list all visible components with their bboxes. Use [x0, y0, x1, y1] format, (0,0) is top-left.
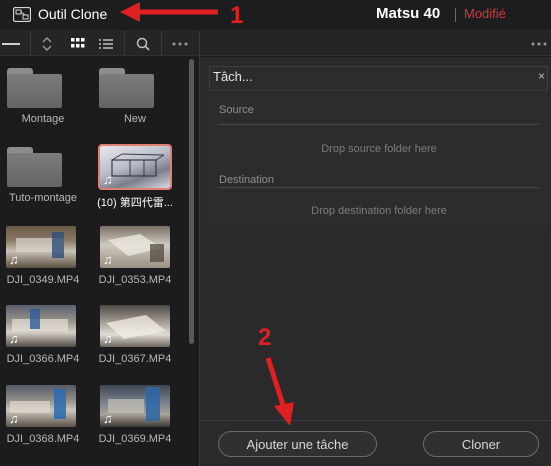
destination-label: Destination [219, 174, 275, 186]
title-bar: Outil Clone Matsu 40 Modifié [0, 0, 551, 31]
annotation-arrow-2 [265, 357, 294, 426]
clip-thumbnail: ♫ [100, 305, 170, 347]
audio-icon: ♫ [103, 172, 113, 187]
folder-tuto-montage[interactable]: Tuto-montage [0, 144, 86, 214]
task-title: Tâch... [213, 69, 253, 84]
clip-thumbnail: ♫ [100, 385, 170, 427]
audio-icon: ♫ [9, 411, 19, 426]
search-icon[interactable] [132, 31, 154, 56]
clip-label: DJI_0353.MP4 [98, 274, 172, 286]
modified-status: Modifié [464, 6, 506, 21]
add-task-button[interactable]: Ajouter une tâche [218, 431, 377, 457]
clip-label: DJI_0366.MP4 [6, 353, 80, 365]
audio-icon: ♫ [9, 331, 19, 346]
clip-item[interactable]: ♫ (10) 第四代雷... [92, 144, 178, 216]
clip-thumbnail: ♫ [6, 385, 76, 427]
footer-divider [200, 420, 551, 421]
clip-label: DJI_0367.MP4 [98, 353, 172, 365]
folder-new[interactable]: New [92, 65, 178, 135]
clone-button[interactable]: Cloner [423, 431, 539, 457]
app-title: Outil Clone [38, 6, 108, 22]
destination-divider [219, 187, 539, 188]
annotation-arrow-1 [120, 2, 218, 22]
audio-icon: ♫ [9, 252, 19, 267]
toolbar-divider [30, 31, 31, 56]
clip-label: DJI_0349.MP4 [6, 274, 80, 286]
clip-item[interactable]: ♫ DJI_0349.MP4 [0, 226, 86, 296]
clip-thumbnail: ♫ [6, 226, 76, 268]
list-view-icon[interactable] [95, 31, 117, 56]
clip-label: DJI_0369.MP4 [98, 433, 172, 445]
source-label: Source [219, 104, 254, 116]
project-name: Matsu 40 [376, 5, 441, 22]
media-toolbar [0, 31, 551, 56]
annotation-number-2: 2 [258, 324, 272, 351]
folder-label: Tuto-montage [8, 192, 78, 204]
clone-tool-icon [13, 7, 31, 22]
clip-thumbnail: ♫ [98, 144, 172, 190]
clip-item[interactable]: ♫ DJI_0367.MP4 [92, 305, 178, 375]
folder-label: New [123, 113, 146, 125]
folder-montage[interactable]: Montage [0, 65, 86, 135]
grid-view-icon[interactable] [66, 31, 90, 56]
toolbar-divider [161, 31, 162, 56]
clip-item[interactable]: ♫ DJI_0368.MP4 [0, 385, 86, 455]
media-options-icon[interactable] [167, 31, 193, 56]
toolbar-divider [124, 31, 125, 56]
source-divider [219, 124, 539, 125]
clip-label: DJI_0368.MP4 [6, 433, 80, 445]
sort-icon[interactable] [36, 31, 58, 56]
clip-thumbnail: ♫ [100, 226, 170, 268]
clip-item[interactable]: ♫ DJI_0369.MP4 [92, 385, 178, 455]
destination-drop-zone[interactable]: Drop destination folder here [219, 205, 539, 217]
source-drop-zone[interactable]: Drop source folder here [219, 143, 539, 155]
folder-label: Montage [21, 113, 65, 125]
audio-icon: ♫ [103, 331, 113, 346]
clip-label: (10) 第四代雷... [97, 197, 173, 209]
clip-item[interactable]: ♫ DJI_0353.MP4 [92, 226, 178, 296]
clip-item[interactable]: ♫ DJI_0366.MP4 [0, 305, 86, 375]
panel-options-icon[interactable] [528, 31, 550, 56]
audio-icon: ♫ [103, 252, 113, 267]
clip-thumbnail: ♫ [6, 305, 76, 347]
audio-icon: ♫ [103, 411, 113, 426]
title-separator [455, 8, 456, 22]
close-icon[interactable]: × [538, 69, 545, 83]
annotation-number-1: 1 [230, 2, 244, 29]
media-scrollbar-thumb[interactable] [189, 59, 194, 344]
collapse-icon[interactable] [0, 31, 22, 56]
